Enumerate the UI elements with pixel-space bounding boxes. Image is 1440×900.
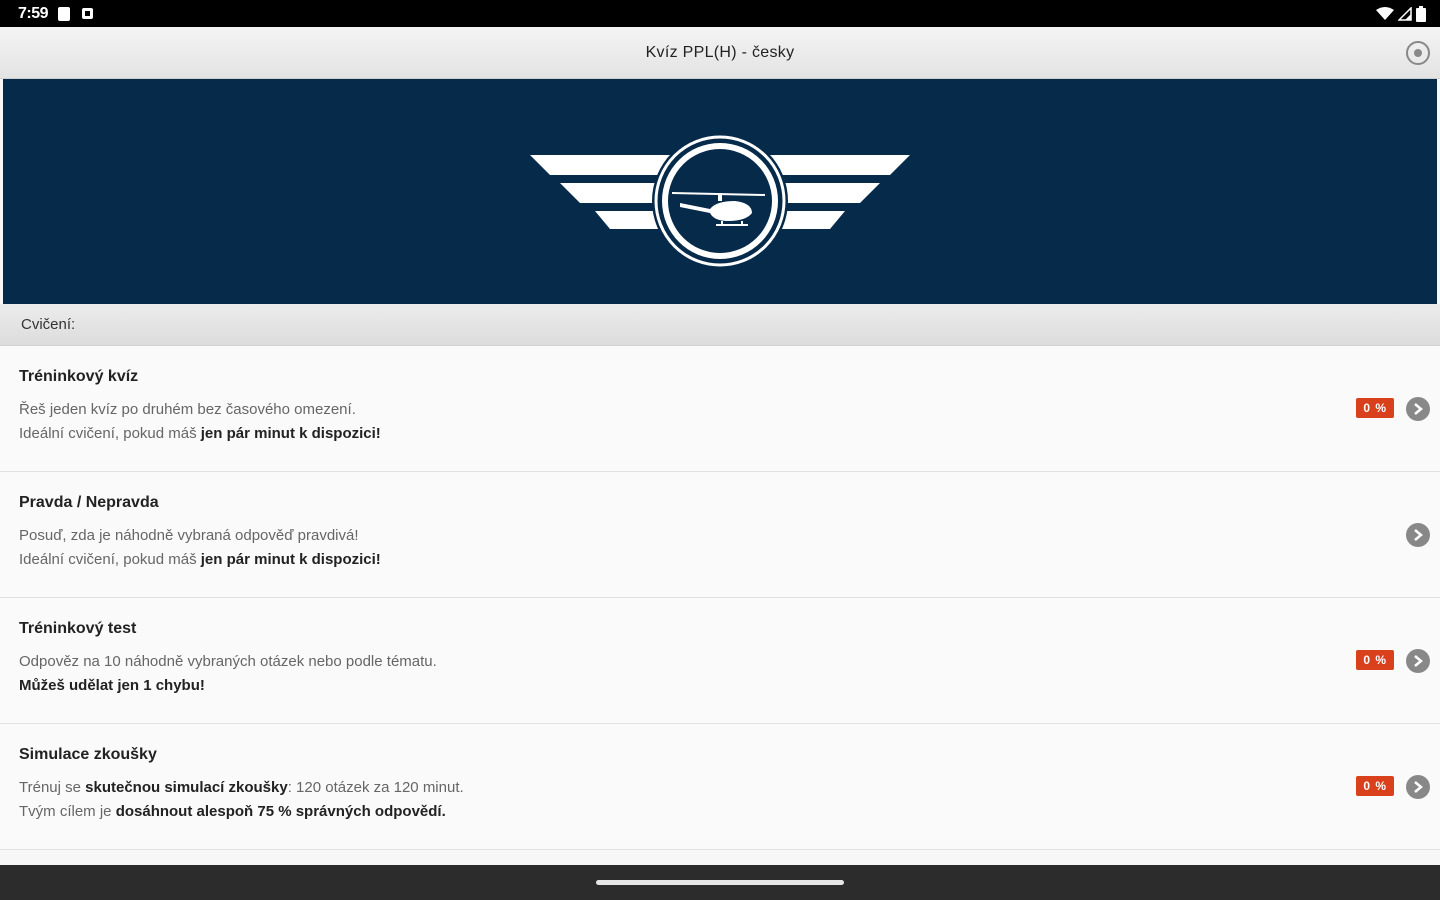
item-description: Odpověz na 10 náhodně vybraných otázek n… [19,650,1421,698]
description-line: Můžeš udělat jen 1 chybu! [19,674,1421,698]
description-line: Tvým cílem je dosáhnout alespoň 75 % spr… [19,800,1421,824]
chevron-right-icon[interactable] [1406,523,1430,547]
navigation-bar [0,865,1440,900]
list-item-exam-simulation[interactable]: Simulace zkoušky Trénuj se skutečnou sim… [0,724,1440,850]
chevron-right-icon[interactable] [1406,397,1430,421]
description-text: Trénuj se [19,779,86,796]
list-item-true-false[interactable]: Pravda / Nepravda Posuď, zda je náhodně … [0,472,1440,598]
progress-badge: 0 % [1356,776,1394,796]
description-line: Řeš jeden kvíz po druhém bez časového om… [19,401,356,418]
item-description: Řeš jeden kvíz po druhém bez časového om… [19,398,1421,446]
item-title: Pravda / Nepravda [19,494,159,511]
description-text: Ideální cvičení, pokud máš [19,425,201,442]
chevron-right-icon[interactable] [1406,775,1430,799]
description-emphasis: jen pár minut k dispozici! [200,551,381,568]
battery-icon [1416,5,1426,22]
progress-badge: 0 % [1356,650,1394,670]
description-line: Odpověz na 10 náhodně vybraných otázek n… [19,653,437,670]
list-item-training-test[interactable]: Tréninkový test Odpověz na 10 náhodně vy… [0,598,1440,724]
item-description: Posuď, zda je náhodně vybraná odpověď pr… [19,524,1421,572]
description-line: Ideální cvičení, pokud máš jen pár minut… [19,422,1421,446]
description-line: Ideální cvičení, pokud máš jen pár minut… [19,548,1421,572]
section-header: Cvičení: [0,304,1440,346]
app-screen: Kvíz PPL(H) - česky Cvičení: Tréninkový … [0,27,1440,865]
status-bar: 7:59 [0,0,1440,27]
wifi-icon [1376,6,1394,20]
home-gesture-handle[interactable] [596,880,844,885]
sd-card-icon [58,6,71,21]
app-bar: Kvíz PPL(H) - česky [0,27,1440,79]
item-title: Tréninkový kvíz [19,368,139,385]
app-title: Kvíz PPL(H) - česky [645,43,795,61]
progress-badge: 0 % [1356,398,1394,418]
description-emphasis: Můžeš udělat jen 1 chybu! [19,677,205,694]
list-item-training-quiz[interactable]: Tréninkový kvíz Řeš jeden kvíz po druhém… [0,346,1440,472]
notification-icon [82,8,94,19]
description-text: Ideální cvičení, pokud máš [19,551,201,568]
item-description: Trénuj se skutečnou simulací zkoušky: 12… [19,776,1421,824]
pilot-wings-helicopter-logo [530,132,910,267]
description-line: Trénuj se skutečnou simulací zkoušky: 12… [19,776,1421,800]
item-title: Simulace zkoušky [19,746,157,763]
description-text: Tvým cílem je [19,803,116,820]
description-emphasis: jen pár minut k dispozici! [200,425,381,442]
description-line: Posuď, zda je náhodně vybraná odpověď pr… [19,527,359,544]
chevron-right-icon[interactable] [1406,649,1430,673]
item-title: Tréninkový test [19,620,137,637]
description-emphasis: skutečnou simulací zkoušky [85,779,288,796]
settings-icon[interactable] [1406,41,1430,65]
description-text: : 120 otázek za 120 minut. [287,779,464,796]
description-emphasis: dosáhnout alespoň 75 % správných odpověd… [115,803,446,820]
signal-icon [1398,6,1412,21]
status-time: 7:59 [18,4,49,22]
banner [3,79,1437,304]
